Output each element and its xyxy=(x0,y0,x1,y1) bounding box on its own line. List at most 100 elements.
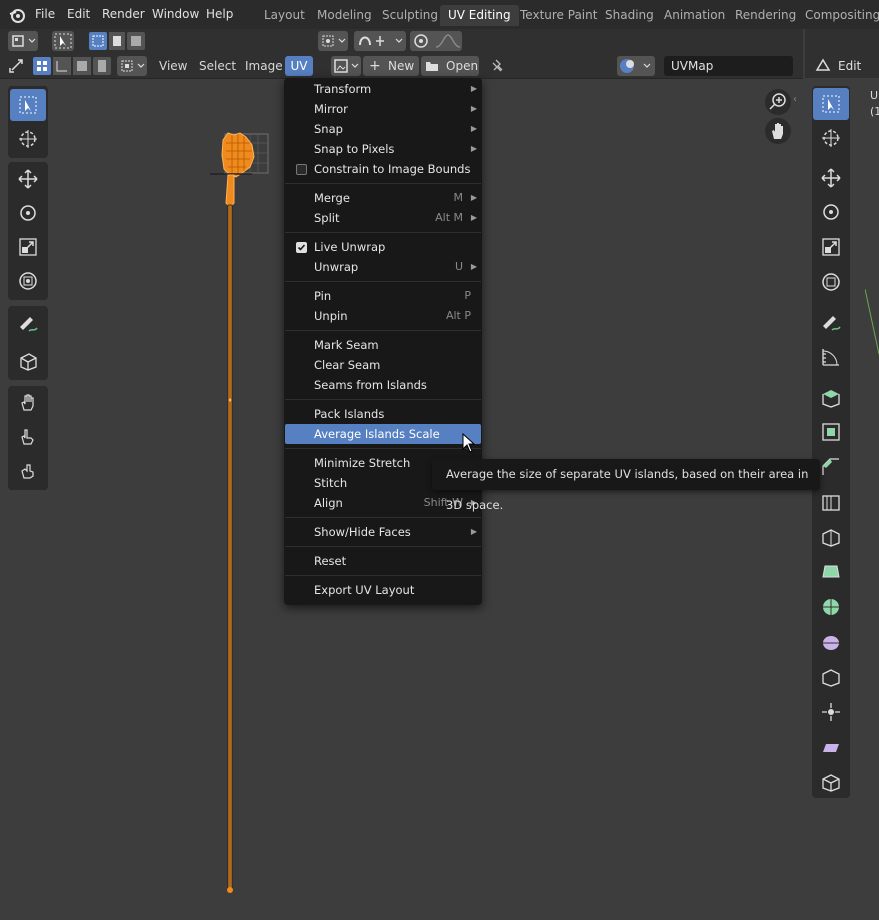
vp-tool-rotate[interactable] xyxy=(813,196,849,228)
vp-tool-knife[interactable] xyxy=(813,521,849,553)
uv-menu-live-unwrap[interactable]: Live Unwrap xyxy=(285,237,481,257)
tab-layout[interactable]: Layout xyxy=(256,5,313,26)
sync-selection-icon[interactable] xyxy=(8,56,28,76)
zoom-icon[interactable] xyxy=(765,89,791,115)
menu-help[interactable]: Help xyxy=(200,5,239,23)
tool-cursor[interactable] xyxy=(10,123,46,155)
menu-window[interactable]: Window xyxy=(146,5,205,23)
vp-tool-move[interactable] xyxy=(813,162,849,194)
tab-sculpting[interactable]: Sculpting xyxy=(374,5,446,26)
tab-animation[interactable]: Animation xyxy=(656,5,733,26)
menu-view[interactable]: View xyxy=(159,56,187,76)
vp-tool-scale[interactable] xyxy=(813,231,849,263)
uv-menu-mark-seam[interactable]: Mark Seam xyxy=(285,335,481,355)
tool-rotate[interactable] xyxy=(10,197,46,229)
vp-tool-measure[interactable] xyxy=(813,341,849,373)
vp-tool-transform[interactable] xyxy=(813,266,849,298)
vp-tool-select-box[interactable] xyxy=(813,88,849,120)
vp-tool-smooth[interactable] xyxy=(813,626,849,658)
pin-icon[interactable] xyxy=(488,56,508,76)
uv-menu-snap[interactable]: Snap ▶ xyxy=(285,119,481,139)
checkbox-checked-icon[interactable] xyxy=(296,242,307,253)
vp-rotate-icon xyxy=(823,204,839,220)
pan-hand-icon[interactable] xyxy=(765,118,791,144)
uv-islands-canvas[interactable] xyxy=(200,125,280,900)
scale-icon xyxy=(19,238,37,256)
plus-icon: + xyxy=(369,58,381,74)
tab-modeling[interactable]: Modeling xyxy=(309,5,380,26)
tool-pinch[interactable] xyxy=(10,455,46,487)
menu-uv[interactable]: UV xyxy=(285,56,313,76)
tool-move[interactable] xyxy=(10,163,46,195)
new-image-button[interactable]: + New xyxy=(363,56,419,76)
tab-shading[interactable]: Shading xyxy=(597,5,662,26)
menu-render[interactable]: Render xyxy=(96,5,151,23)
menu-separator xyxy=(285,281,481,282)
uv-menu-split[interactable]: Split Alt M ▶ xyxy=(285,208,481,228)
uv-menu-seams-from-islands[interactable]: Seams from Islands xyxy=(285,375,481,395)
vp-tool-shrink[interactable] xyxy=(813,696,849,728)
uvmap-field[interactable]: UVMap xyxy=(664,56,793,76)
uv-menu-constrain-bounds[interactable]: Constrain to Image Bounds xyxy=(285,159,481,179)
tool-rip[interactable] xyxy=(10,345,46,377)
uv-menu-snap-to-pixels[interactable]: Snap to Pixels ▶ xyxy=(285,139,481,159)
selection-mode-group[interactable] xyxy=(88,31,146,51)
select-tool-icon[interactable] xyxy=(52,31,74,51)
uv-menu-merge[interactable]: Merge M ▶ xyxy=(285,188,481,208)
uv-menu-unwrap[interactable]: Unwrap U ▶ xyxy=(285,257,481,277)
uv-select-mode-group[interactable] xyxy=(32,56,112,76)
image-browse-dropdown[interactable] xyxy=(331,56,361,76)
poly-build-icon xyxy=(822,565,840,578)
vp-tool-extrude[interactable] xyxy=(813,381,849,413)
vp-tool-annotate[interactable] xyxy=(813,306,849,338)
menu-edit[interactable]: Edit xyxy=(61,5,96,23)
uv-menu-export-uv-layout[interactable]: Export UV Layout xyxy=(285,580,481,600)
sidebar-toggle-icon[interactable]: ‹ xyxy=(793,94,797,105)
tab-rendering[interactable]: Rendering xyxy=(727,5,804,26)
vp-tool-spin[interactable] xyxy=(813,591,849,623)
tab-texture-paint[interactable]: Texture Paint xyxy=(512,5,605,26)
tool-transform[interactable] xyxy=(10,265,46,297)
open-image-button[interactable]: Open xyxy=(421,56,479,76)
editor-type-dropdown[interactable] xyxy=(8,31,38,51)
uv-menu-show-hide-faces[interactable]: Show/Hide Faces ▶ xyxy=(285,522,481,542)
tool-scale[interactable] xyxy=(10,231,46,263)
vp-transform-icon xyxy=(822,273,840,291)
snap-group[interactable] xyxy=(354,31,406,51)
sticky-select-dropdown[interactable] xyxy=(117,56,147,76)
proportional-group[interactable] xyxy=(410,31,462,51)
menu-select[interactable]: Select xyxy=(199,56,236,76)
menu-file[interactable]: File xyxy=(29,5,61,23)
pivot-dropdown[interactable] xyxy=(318,31,348,51)
select-box-icon xyxy=(19,96,37,114)
tool-relax[interactable] xyxy=(10,421,46,453)
viewport-toolbar xyxy=(812,86,850,798)
tab-uv-editing[interactable]: UV Editing xyxy=(440,5,519,26)
tool-select-box[interactable] xyxy=(10,89,46,121)
checkbox-icon[interactable] xyxy=(296,164,307,175)
vp-tool-rip[interactable] xyxy=(813,766,849,798)
bevel-icon xyxy=(822,458,839,475)
tool-grab[interactable] xyxy=(10,387,46,419)
tab-compositing[interactable]: Compositing xyxy=(797,5,879,26)
blender-logo-icon[interactable] xyxy=(8,6,26,24)
uv-menu-clear-seam[interactable]: Clear Seam xyxy=(285,355,481,375)
vp-tool-edge-slide[interactable] xyxy=(813,661,849,693)
uv-menu-pin[interactable]: Pin P xyxy=(285,286,481,306)
menu-image[interactable]: Image xyxy=(245,56,283,76)
uv-menu-pack-islands[interactable]: Pack Islands xyxy=(285,404,481,424)
tool-annotate[interactable] xyxy=(10,307,46,339)
vp-tool-poly-build[interactable] xyxy=(813,556,849,588)
vp-tool-cursor[interactable] xyxy=(813,122,849,154)
uv-menu-transform[interactable]: Transform ▶ xyxy=(285,79,481,99)
uv-menu-unpin[interactable]: Unpin Alt P xyxy=(285,306,481,326)
uv-menu-mirror[interactable]: Mirror ▶ xyxy=(285,99,481,119)
uv-menu-reset[interactable]: Reset xyxy=(285,551,481,571)
overlays-dropdown[interactable] xyxy=(617,56,655,76)
uv-menu-average-islands-scale[interactable]: Average Islands Scale xyxy=(285,424,481,444)
vp-tool-inset[interactable] xyxy=(813,416,849,448)
submenu-arrow-icon: ▶ xyxy=(470,104,477,113)
vp-tool-shear[interactable] xyxy=(813,731,849,763)
submenu-arrow-icon: ▶ xyxy=(470,193,477,202)
viewport-info-paren: (1 xyxy=(870,105,879,118)
